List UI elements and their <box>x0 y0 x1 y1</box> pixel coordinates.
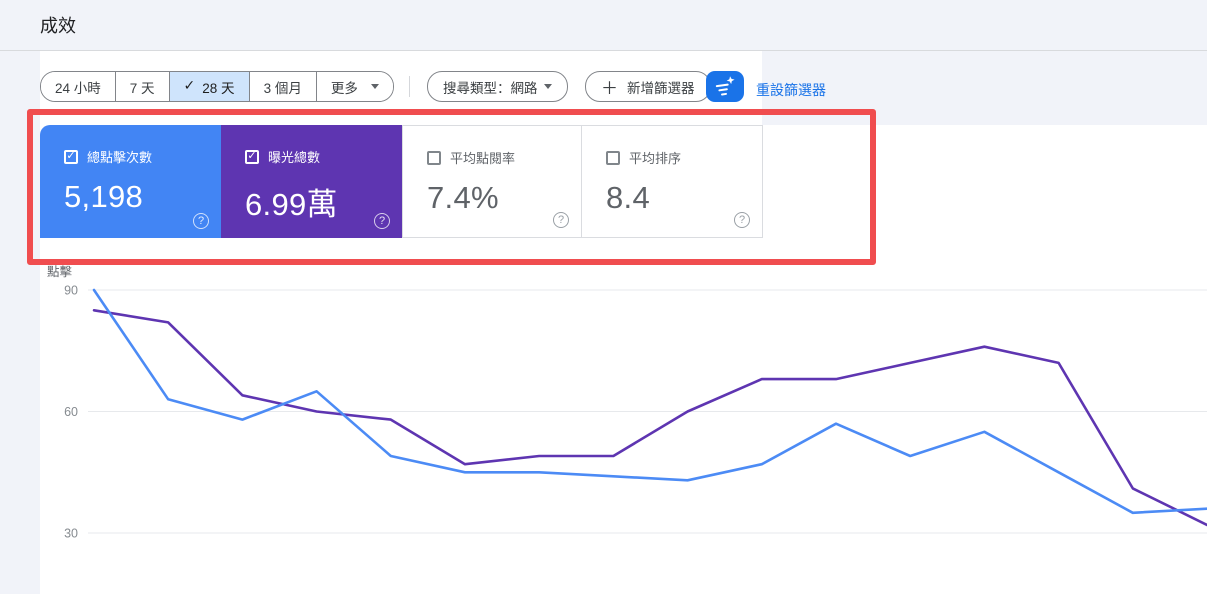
date-range-7d[interactable]: 7 天 <box>114 72 169 101</box>
date-range-28d[interactable]: ✓ 28 天 <box>168 72 249 101</box>
plus-icon: ＋ <box>601 79 618 98</box>
help-icon[interactable]: ? <box>734 212 750 228</box>
add-filter-label: 新增篩選器 <box>627 80 695 96</box>
search-type-chip[interactable]: 搜尋類型：網路 <box>427 71 568 102</box>
checkbox-icon[interactable] <box>606 150 620 165</box>
metric-card-clicks[interactable]: ✓ 總點擊次數 5,198 ? <box>40 125 221 238</box>
date-range-28d-label: 28 天 <box>202 80 235 96</box>
metric-label: 平均點閱率 <box>450 151 516 166</box>
metric-value: 6.99萬 <box>245 187 338 222</box>
clicks-impressions-chart[interactable]: 90 60 30 點擊 <box>40 250 1207 594</box>
date-range-24h[interactable]: 24 小時 <box>41 72 115 101</box>
metric-card-head: ✓ 曝光總數 <box>245 147 386 166</box>
metric-label: 平均排序 <box>629 151 682 166</box>
chevron-down-icon <box>370 84 379 89</box>
metric-label: 總點擊次數 <box>87 150 153 165</box>
date-range-24h-label: 24 小時 <box>55 80 101 96</box>
svg-text:30: 30 <box>64 527 78 541</box>
filter-settings-button[interactable] <box>706 71 744 102</box>
date-range-3m[interactable]: 3 個月 <box>248 72 316 101</box>
svg-text:點擊: 點擊 <box>47 264 73 279</box>
date-range-filter: 24 小時 7 天 ✓ 28 天 3 個月 更多 <box>40 71 394 102</box>
date-range-3m-label: 3 個月 <box>263 80 302 96</box>
performance-page: 成效 24 小時 7 天 ✓ 28 天 3 個月 更多 搜尋類型：網路 ＋ 新增… <box>0 0 1207 594</box>
metric-value: 7.4% <box>427 180 499 215</box>
chevron-down-icon <box>543 84 552 89</box>
metric-label: 曝光總數 <box>268 150 321 165</box>
reset-filters-link[interactable]: 重設篩選器 <box>756 80 826 100</box>
checkbox-checked-icon[interactable]: ✓ <box>245 149 259 164</box>
metric-value: 8.4 <box>606 180 650 215</box>
date-range-more-label: 更多 <box>330 80 358 96</box>
help-icon[interactable]: ? <box>553 212 569 228</box>
date-range-7d-label: 7 天 <box>129 80 155 96</box>
metric-card-head: 平均排序 <box>606 148 746 167</box>
metric-value: 5,198 <box>64 179 144 214</box>
checkbox-checked-icon[interactable]: ✓ <box>64 149 78 164</box>
svg-text:60: 60 <box>64 405 78 419</box>
toolbar-separator <box>409 76 410 97</box>
checkbox-icon[interactable] <box>427 150 441 165</box>
add-filter-chip[interactable]: ＋ 新增篩選器 <box>585 71 711 102</box>
performance-chart-svg[interactable]: 90 60 30 點擊 <box>40 250 1207 594</box>
help-icon[interactable]: ? <box>193 213 209 229</box>
metric-card-head: ✓ 總點擊次數 <box>64 147 205 166</box>
checkmark-icon: ✓ <box>183 77 196 93</box>
date-range-more[interactable]: 更多 <box>315 72 393 101</box>
page-title: 成效 <box>40 16 76 36</box>
help-icon[interactable]: ? <box>374 213 390 229</box>
filter-sparkle-icon <box>715 75 735 95</box>
svg-text:90: 90 <box>64 284 78 298</box>
search-type-label: 搜尋類型：網路 <box>443 80 538 96</box>
metric-card-impressions[interactable]: ✓ 曝光總數 6.99萬 ? <box>221 125 402 238</box>
metric-card-head: 平均點閱率 <box>427 148 565 167</box>
metric-card-ctr[interactable]: 平均點閱率 7.4% ? <box>402 125 582 238</box>
metric-card-position[interactable]: 平均排序 8.4 ? <box>582 125 763 238</box>
